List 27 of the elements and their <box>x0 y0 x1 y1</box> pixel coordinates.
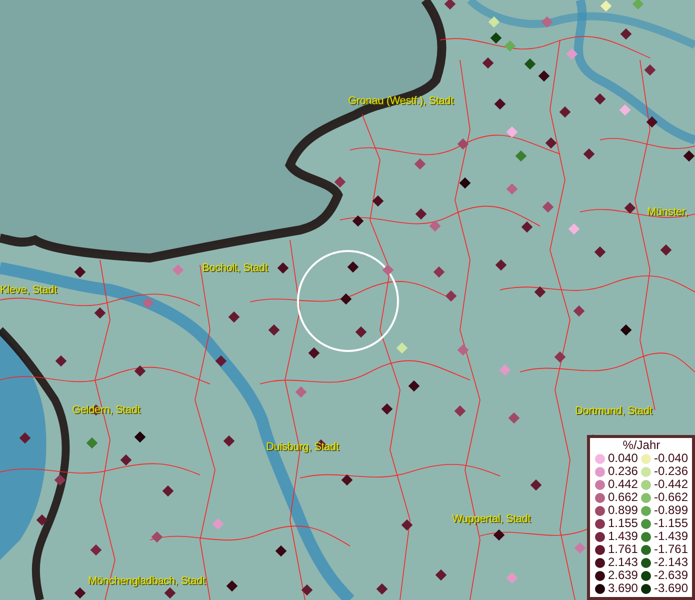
place-label: Bocholt, Stadt <box>202 262 268 274</box>
legend-value: -1.155 <box>654 517 688 530</box>
legend-value: -0.040 <box>654 452 688 465</box>
legend-title: %/Jahr <box>622 439 662 452</box>
legend-value: -2.639 <box>654 569 688 582</box>
legend-value: 2.639 <box>608 569 638 582</box>
place-label: Dortmund, Stadt <box>575 405 652 417</box>
legend-value: 1.155 <box>608 517 638 530</box>
legend-value: 0.442 <box>608 478 638 491</box>
legend-value: 1.761 <box>608 543 638 556</box>
legend-value: 0.236 <box>608 465 638 478</box>
legend-value: 0.040 <box>608 452 638 465</box>
legend-value: -1.439 <box>654 530 688 543</box>
legend-value: -2.143 <box>654 556 688 569</box>
legend-value: -3.690 <box>654 582 688 595</box>
place-label: Kleve, Stadt <box>0 284 57 296</box>
legend-value: 0.899 <box>608 504 638 517</box>
legend-value: -0.236 <box>654 465 688 478</box>
legend-value: 1.439 <box>608 530 638 543</box>
legend-value: 0.662 <box>608 491 638 504</box>
legend-value: 3.690 <box>608 582 638 595</box>
legend-value: -1.761 <box>654 543 688 556</box>
legend-value: -0.899 <box>654 504 688 517</box>
legend-value: 2.143 <box>608 556 638 569</box>
legend-value: -0.662 <box>654 491 688 504</box>
legend-value: -0.442 <box>654 478 688 491</box>
place-label: Münster, <box>647 206 688 218</box>
